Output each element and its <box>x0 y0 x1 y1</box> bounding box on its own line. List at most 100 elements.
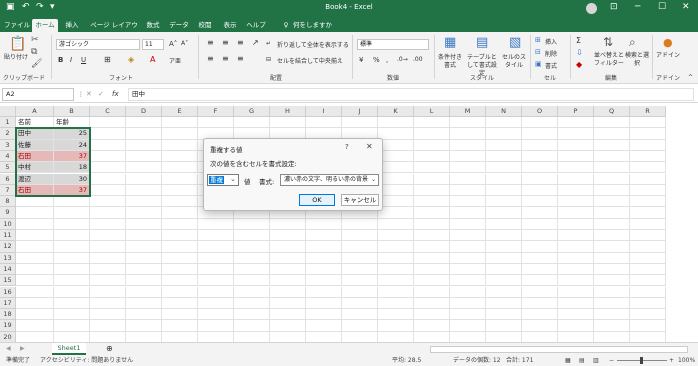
cell[interactable] <box>378 297 414 310</box>
cell[interactable] <box>234 218 270 230</box>
cell[interactable] <box>342 331 378 342</box>
font-color-icon[interactable]: A <box>150 55 155 64</box>
zoom-slider-thumb[interactable] <box>640 357 643 364</box>
cell[interactable] <box>90 150 126 163</box>
cell[interactable] <box>630 207 666 219</box>
row-header[interactable]: 10 <box>0 218 16 230</box>
cell[interactable] <box>162 320 198 332</box>
cell[interactable] <box>16 230 54 242</box>
cell[interactable] <box>558 275 594 287</box>
cell[interactable]: 中村 <box>16 162 54 174</box>
align-middle-icon[interactable]: ≡ <box>222 38 229 47</box>
cell[interactable]: 25 <box>54 128 90 140</box>
cell[interactable] <box>486 309 522 321</box>
cell[interactable] <box>450 309 486 321</box>
increase-decimal-icon[interactable]: .0→ <box>397 56 408 63</box>
cell[interactable] <box>486 173 522 185</box>
cell[interactable] <box>90 139 126 151</box>
cell[interactable] <box>198 117 234 129</box>
cell[interactable] <box>378 150 414 163</box>
cell[interactable] <box>630 150 666 163</box>
cell[interactable] <box>450 275 486 287</box>
wrap-text-button[interactable]: 折り返して全体を表示する <box>277 40 349 49</box>
row-header[interactable]: 8 <box>0 196 16 208</box>
cell[interactable] <box>414 173 450 185</box>
cell[interactable] <box>234 331 270 342</box>
cell[interactable] <box>54 320 90 332</box>
row-header[interactable]: 2 <box>0 128 16 140</box>
cell[interactable] <box>522 297 558 310</box>
cell[interactable] <box>450 150 486 163</box>
cell[interactable] <box>630 218 666 230</box>
cell[interactable] <box>234 320 270 332</box>
prev-sheet-icon[interactable]: ◀ <box>6 345 11 352</box>
cell[interactable] <box>378 173 414 185</box>
cell[interactable] <box>16 309 54 321</box>
cell[interactable] <box>54 309 90 321</box>
cell[interactable] <box>162 275 198 287</box>
row-header[interactable]: 16 <box>0 286 16 298</box>
cell[interactable] <box>378 309 414 321</box>
cell[interactable] <box>594 117 630 129</box>
column-header[interactable]: K <box>378 106 414 117</box>
cell[interactable] <box>378 241 414 253</box>
cell[interactable] <box>270 230 306 242</box>
cell[interactable] <box>198 297 234 310</box>
cell[interactable] <box>414 252 450 264</box>
cell[interactable] <box>162 173 198 185</box>
cell[interactable] <box>234 297 270 310</box>
cell[interactable] <box>306 252 342 264</box>
cell[interactable] <box>198 218 234 230</box>
cell[interactable] <box>162 218 198 230</box>
cancel-button[interactable]: キャンセル <box>341 194 379 206</box>
cell[interactable] <box>54 263 90 276</box>
cell[interactable] <box>198 309 234 321</box>
cell[interactable] <box>630 139 666 151</box>
cell[interactable] <box>54 218 90 230</box>
cell[interactable] <box>486 207 522 219</box>
cell[interactable] <box>450 297 486 310</box>
align-center-icon[interactable]: ≡ <box>222 54 229 63</box>
cell[interactable] <box>594 196 630 208</box>
cell[interactable] <box>558 286 594 298</box>
cell[interactable] <box>90 207 126 219</box>
cell[interactable] <box>162 117 198 129</box>
cell[interactable] <box>414 297 450 310</box>
chevron-down-icon[interactable]: ⌄ <box>230 175 236 183</box>
cell[interactable] <box>378 207 414 219</box>
cell[interactable]: 石田 <box>16 184 54 197</box>
cell[interactable] <box>162 331 198 342</box>
cell[interactable]: 24 <box>54 139 90 151</box>
cell[interactable] <box>522 196 558 208</box>
cell[interactable] <box>486 139 522 151</box>
row-header[interactable]: 7 <box>0 184 16 197</box>
cell[interactable] <box>630 162 666 174</box>
column-header[interactable]: H <box>270 106 306 117</box>
cell[interactable]: 石田 <box>16 150 54 163</box>
row-header[interactable]: 4 <box>0 150 16 163</box>
cell[interactable] <box>90 162 126 174</box>
cell[interactable] <box>486 150 522 163</box>
cell[interactable]: 佐藤 <box>16 139 54 151</box>
cell[interactable] <box>270 275 306 287</box>
cell[interactable]: 名前 <box>16 117 54 129</box>
cell[interactable] <box>486 320 522 332</box>
cell[interactable] <box>630 196 666 208</box>
cell[interactable] <box>594 150 630 163</box>
cell[interactable] <box>90 196 126 208</box>
row-header[interactable]: 20 <box>0 331 16 342</box>
cell[interactable]: 田中 <box>16 128 54 140</box>
cell[interactable] <box>450 241 486 253</box>
cell[interactable] <box>234 309 270 321</box>
row-header[interactable]: 13 <box>0 252 16 264</box>
cell[interactable] <box>306 297 342 310</box>
column-header[interactable]: I <box>306 106 342 117</box>
cell[interactable] <box>594 320 630 332</box>
cell[interactable] <box>378 128 414 140</box>
cell[interactable] <box>414 184 450 197</box>
cell[interactable] <box>54 297 90 310</box>
cell[interactable] <box>342 309 378 321</box>
cell[interactable] <box>522 128 558 140</box>
cell[interactable] <box>16 241 54 253</box>
underline-icon[interactable]: U <box>81 56 86 64</box>
